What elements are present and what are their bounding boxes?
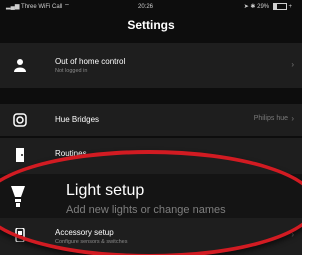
charging-icon: +	[288, 4, 292, 10]
battery-percent: 29%	[257, 4, 270, 10]
status-right: ➤ ✱ 29% +	[244, 0, 292, 14]
row-value: Philips hue	[253, 115, 288, 122]
row-label: Hue Bridges	[55, 115, 100, 124]
carrier-label: Three WiFi Call	[21, 4, 63, 10]
bridge-icon	[13, 113, 27, 127]
row-hue-bridges[interactable]: Hue Bridges Philips hue ›	[0, 104, 302, 136]
status-left: ▂▄▆ Three WiFi Call ⌔	[6, 0, 70, 14]
settings-screen: ▂▄▆ Three WiFi Call ⌔ 20:26 ➤ ✱ 29% + Se…	[0, 0, 302, 255]
row-subtitle: Not logged in	[55, 68, 88, 74]
door-icon	[16, 148, 24, 162]
status-bar: ▂▄▆ Three WiFi Call ⌔ 20:26 ➤ ✱ 29% +	[0, 0, 302, 14]
row-label: Out of home control	[55, 57, 126, 66]
bluetooth-icon: ✱	[250, 4, 256, 10]
location-icon: ➤	[243, 4, 249, 10]
signal-icon: ▂▄▆	[6, 4, 20, 10]
battery-fill	[273, 3, 278, 9]
highlight-oval	[0, 150, 302, 255]
row-out-of-home-control[interactable]: Out of home control Not logged in ›	[0, 43, 302, 88]
chevron-right-icon: ›	[291, 114, 294, 123]
wifi-icon: ⌔	[64, 4, 70, 10]
battery-icon	[272, 2, 287, 10]
page-title: Settings	[127, 18, 175, 32]
status-time: 20:26	[138, 4, 154, 10]
chevron-right-icon: ›	[291, 60, 294, 69]
person-icon	[14, 59, 26, 72]
